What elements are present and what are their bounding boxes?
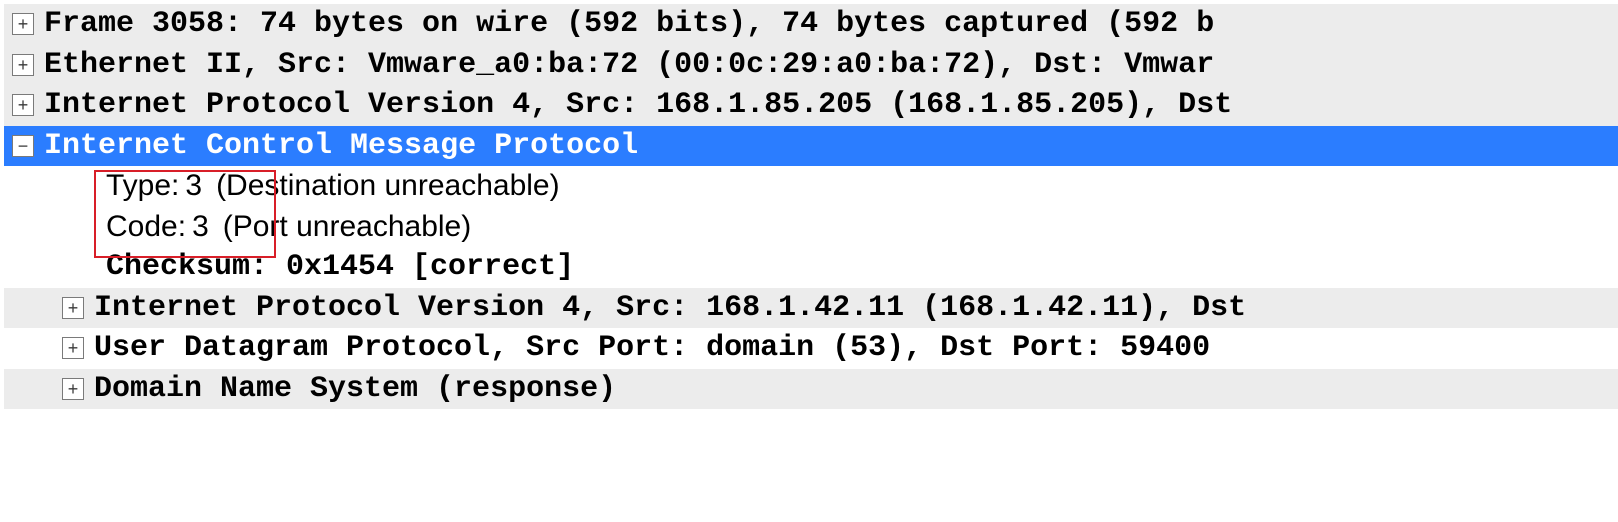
icmp-type-label: Type: <box>106 166 179 207</box>
tree-row-udp[interactable]: + User Datagram Protocol, Src Port: doma… <box>4 328 1618 369</box>
ip-inner-summary: Internet Protocol Version 4, Src: 168.1.… <box>94 288 1246 329</box>
icmp-type-desc: (Destination unreachable) <box>202 166 560 207</box>
tree-row-ip-inner[interactable]: + Internet Protocol Version 4, Src: 168.… <box>4 288 1618 329</box>
expand-icon[interactable]: + <box>62 378 84 400</box>
frame-summary: Frame 3058: 74 bytes on wire (592 bits),… <box>44 4 1214 45</box>
icmp-code-value: 3 <box>186 207 209 248</box>
expand-icon[interactable]: + <box>62 337 84 359</box>
icmp-details: Type: 3 (Destination unreachable) Code: … <box>4 166 1618 409</box>
tree-row-ip-outer[interactable]: + Internet Protocol Version 4, Src: 168.… <box>4 85 1618 126</box>
collapse-icon[interactable]: − <box>12 135 34 157</box>
tree-row-ethernet[interactable]: + Ethernet II, Src: Vmware_a0:ba:72 (00:… <box>4 45 1618 86</box>
icmp-code-row[interactable]: Code: 3 (Port unreachable) <box>4 207 1618 248</box>
icmp-type-row[interactable]: Type: 3 (Destination unreachable) <box>4 166 1618 207</box>
ethernet-summary: Ethernet II, Src: Vmware_a0:ba:72 (00:0c… <box>44 45 1214 86</box>
expand-icon[interactable]: + <box>12 94 34 116</box>
tree-row-icmp[interactable]: − Internet Control Message Protocol <box>4 126 1618 167</box>
expand-icon[interactable]: + <box>12 54 34 76</box>
icmp-checksum-row[interactable]: Checksum: 0x1454 [correct] <box>4 247 1618 288</box>
expand-icon[interactable]: + <box>12 13 34 35</box>
tree-row-frame[interactable]: + Frame 3058: 74 bytes on wire (592 bits… <box>4 4 1618 45</box>
ip-outer-summary: Internet Protocol Version 4, Src: 168.1.… <box>44 85 1232 126</box>
icmp-type-value: 3 <box>179 166 202 207</box>
tree-row-dns[interactable]: + Domain Name System (response) <box>4 369 1618 410</box>
icmp-summary: Internet Control Message Protocol <box>44 126 638 167</box>
icmp-code-desc: (Port unreachable) <box>209 207 471 248</box>
icmp-checksum: Checksum: 0x1454 [correct] <box>106 247 574 288</box>
dns-summary: Domain Name System (response) <box>94 369 616 410</box>
icmp-code-label: Code: <box>106 207 186 248</box>
udp-summary: User Datagram Protocol, Src Port: domain… <box>94 328 1210 369</box>
expand-icon[interactable]: + <box>62 297 84 319</box>
